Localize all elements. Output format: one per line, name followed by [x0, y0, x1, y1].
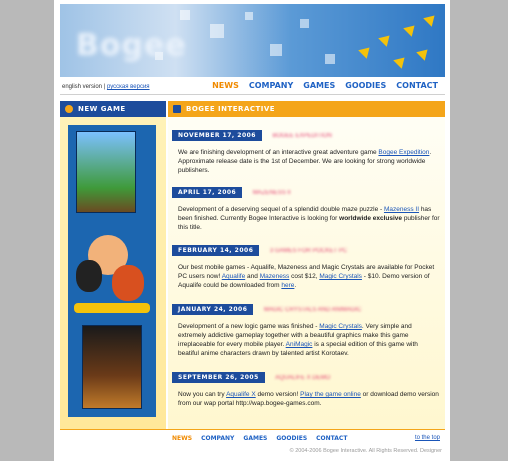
bullet-icon	[173, 105, 181, 113]
news-date: APRIL 17, 2006	[172, 187, 243, 198]
download-here-link[interactable]: here	[281, 282, 294, 289]
bogee-logo[interactable]: Bogee	[76, 28, 187, 63]
bogee-expedition-link[interactable]: Bogee Expedition	[378, 149, 429, 156]
arrow-decoration-icon	[403, 21, 419, 37]
aqualife-x-link[interactable]: Aqualife X	[226, 391, 256, 398]
bottom-nav-news[interactable]: NEWS	[172, 435, 192, 442]
game-art-character	[76, 260, 102, 292]
news-title: MAGIC CRYSTALS AND ANIMAGIC	[263, 307, 362, 313]
news-item: FEBRUARY 14, 2006 3 GAMES FOR POCKET PC …	[172, 239, 440, 290]
bottom-nav-goodies[interactable]: GOODIES	[276, 435, 307, 442]
news-text: We are finishing development of an inter…	[178, 149, 432, 174]
news-date: SEPTEMBER 26, 2005	[172, 372, 265, 383]
divider	[60, 429, 445, 430]
arrow-decoration-icon	[423, 11, 439, 27]
news-item: SEPTEMBER 26, 2005 AQUALIFE X DEMO Now y…	[172, 366, 440, 408]
news-item: NOVEMBER 17, 2006 BOGEE EXPEDITION We ar…	[172, 124, 440, 175]
language-switcher: english version | русская версия	[62, 84, 150, 90]
bottom-nav: NEWS COMPANY GAMES GOODIES CONTACT	[172, 435, 347, 442]
english-version-label: english version	[62, 84, 103, 90]
game-logo-art	[74, 303, 150, 313]
news-text: Development of a new logic game was fini…	[178, 323, 418, 357]
arrow-decoration-icon	[358, 43, 374, 59]
game-screenshot	[76, 131, 136, 213]
top-nav: NEWS COMPANY GAMES GOODIES CONTACT	[212, 81, 438, 90]
page: Bogee english version | русская версия N…	[54, 0, 450, 461]
mazeness-link[interactable]: Mazeness	[260, 273, 290, 280]
news-title: 3 GAMES FOR POCKET PC	[269, 248, 348, 254]
game-art-character	[112, 265, 144, 301]
news-title: MAZENESS II	[252, 190, 291, 196]
news-item: JANUARY 24, 2006 MAGIC CRYSTALS AND ANIM…	[172, 298, 440, 358]
aqualife-link[interactable]: Aqualife	[222, 273, 246, 280]
magic-crystals-link[interactable]: Magic Crystals	[319, 323, 362, 330]
copyright-footer: © 2004-2006 Bogee Interactive. All Right…	[289, 448, 442, 454]
news-title: AQUALIFE X DEMO	[275, 375, 331, 381]
bottom-nav-company[interactable]: COMPANY	[201, 435, 234, 442]
game-screenshot	[82, 325, 142, 409]
magic-crystals-link[interactable]: Magic Crystals	[319, 273, 362, 280]
header-banner: Bogee	[60, 4, 445, 77]
nav-contact[interactable]: CONTACT	[396, 81, 438, 90]
news-text: Our best mobile games - Aqualife, Mazene…	[178, 264, 435, 289]
play-online-link[interactable]: Play the game online	[300, 391, 361, 398]
divider	[60, 94, 445, 95]
news-date: FEBRUARY 14, 2006	[172, 245, 260, 256]
sidebar-title: NEW GAME	[78, 105, 126, 113]
news-date: JANUARY 24, 2006	[172, 304, 254, 315]
arrow-decoration-icon	[393, 53, 409, 69]
arrow-decoration-icon	[416, 45, 432, 61]
news-date: NOVEMBER 17, 2006	[172, 130, 262, 141]
news-title: BOGEE EXPEDITION	[272, 133, 332, 139]
new-game-promo-image[interactable]	[68, 125, 156, 417]
nav-company[interactable]: COMPANY	[249, 81, 293, 90]
main-title: BOGEE INTERACTIVE	[186, 105, 276, 113]
news-text: Now you can try Aqualife X demo version!…	[178, 391, 439, 407]
to-the-top-link[interactable]: to the top	[415, 435, 440, 441]
news-content: NOVEMBER 17, 2006 BOGEE EXPEDITION We ar…	[168, 117, 445, 429]
sidebar	[60, 117, 166, 429]
animagic-link[interactable]: AniMagic	[286, 341, 313, 348]
news-text: Development of a deserving sequel of a s…	[178, 206, 440, 231]
bullet-icon	[65, 105, 73, 113]
nav-news[interactable]: NEWS	[212, 81, 239, 90]
news-item: APRIL 17, 2006 MAZENESS II Development o…	[172, 181, 440, 232]
nav-games[interactable]: GAMES	[303, 81, 335, 90]
bottom-nav-contact[interactable]: CONTACT	[316, 435, 347, 442]
arrow-decoration-icon	[378, 31, 394, 47]
russian-version-link[interactable]: русская версия	[107, 84, 150, 90]
sidebar-header: NEW GAME	[60, 101, 166, 117]
bottom-nav-games[interactable]: GAMES	[243, 435, 267, 442]
nav-goodies[interactable]: GOODIES	[345, 81, 386, 90]
main-header: BOGEE INTERACTIVE	[168, 101, 445, 117]
mazeness-ii-link[interactable]: Mazeness II	[384, 206, 419, 213]
